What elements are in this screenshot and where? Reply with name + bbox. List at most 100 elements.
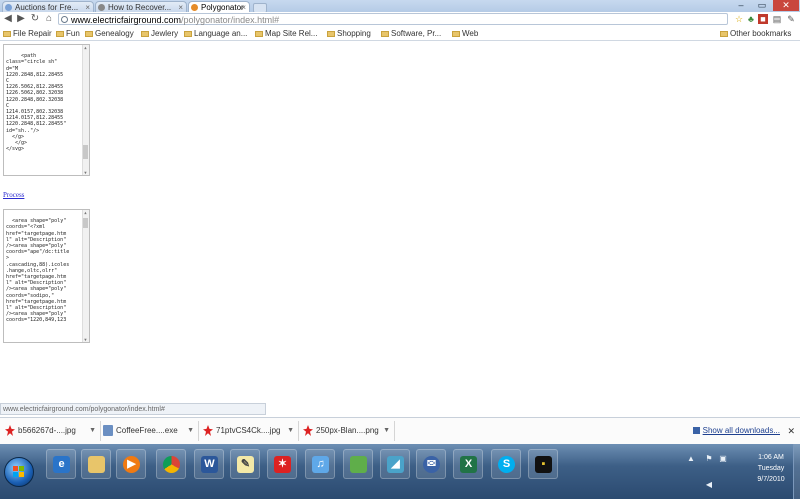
close-icon[interactable]: ×	[241, 2, 246, 12]
start-button[interactable]	[4, 457, 34, 487]
show-desktop-button[interactable]	[793, 444, 800, 499]
download-item[interactable]: b566267d-....jpg ▼	[2, 421, 101, 441]
scroll-up-icon[interactable]: ▲	[83, 45, 88, 50]
chevron-down-icon[interactable]: ▼	[287, 421, 294, 441]
bookmark-label: Genealogy	[95, 29, 134, 38]
close-icon[interactable]: ×	[85, 2, 90, 12]
landscape-icon	[350, 456, 367, 473]
taskbar-media-player[interactable]: ▶	[116, 449, 146, 479]
bookmark-language[interactable]: Language an...	[184, 28, 247, 40]
bookmark-fun[interactable]: Fun	[56, 28, 80, 40]
textarea-scrollbar[interactable]: ▲ ▼	[82, 210, 89, 342]
taskbar-image-app[interactable]	[343, 449, 373, 479]
download-item[interactable]: 250px-Blan....png ▼	[300, 421, 395, 441]
status-url: www.electricfairground.com/polygonator/i…	[3, 406, 165, 413]
bookmark-label: Map Site Rel...	[265, 29, 318, 38]
minimize-button[interactable]: –	[731, 0, 751, 11]
taskbar-paint[interactable]: ◢	[380, 449, 410, 479]
page-menu-icon[interactable]: ▤	[772, 14, 782, 24]
download-item[interactable]: CoffeeFree....exe ▼	[100, 421, 199, 441]
notepad-icon: ✎	[237, 456, 254, 473]
reload-icon[interactable]: ↻	[29, 13, 41, 25]
system-clock[interactable]: 1:06 AM Tuesday 9/7/2010	[748, 452, 794, 485]
word-icon: W	[201, 456, 218, 473]
scrollbar-thumb[interactable]	[83, 145, 88, 159]
taskbar-chrome[interactable]	[156, 449, 186, 479]
status-bar: www.electricfairground.com/polygonator/i…	[0, 403, 266, 415]
bookmark-label: Shopping	[337, 29, 371, 38]
tab-polygonator[interactable]: Polygonator ×	[188, 1, 250, 12]
taskbar-itunes[interactable]: ♫	[305, 449, 335, 479]
maximize-button[interactable]: ▭	[752, 0, 772, 11]
chevron-down-icon[interactable]: ▼	[89, 421, 96, 441]
bookmark-shopping[interactable]: Shopping	[327, 28, 371, 40]
folder-icon	[720, 31, 728, 37]
tab-how-to-recover[interactable]: How to Recover... ×	[95, 1, 187, 12]
terminal-icon: ▪	[535, 456, 552, 473]
home-icon[interactable]: ⌂	[43, 13, 55, 25]
bookmark-jewlery[interactable]: Jewlery	[141, 28, 178, 40]
bookmark-map-site[interactable]: Map Site Rel...	[255, 28, 317, 40]
tray-chevron-icon[interactable]: ▲	[686, 454, 696, 464]
taskbar-ie[interactable]: e	[46, 449, 76, 479]
windows-logo-icon	[13, 466, 25, 478]
bookmark-software[interactable]: Software, Pr...	[381, 28, 441, 40]
tab-auctions[interactable]: Auctions for Fre... ×	[2, 1, 94, 12]
close-icon[interactable]: ✕	[787, 426, 795, 437]
taskbar-red-app[interactable]: ✶	[267, 449, 297, 479]
bookmark-web[interactable]: Web	[452, 28, 478, 40]
output-textarea[interactable]: <area shape="poly" coords="<?xml href="t…	[3, 209, 90, 343]
taskbar-notepad[interactable]: ✎	[230, 449, 260, 479]
clock-date: 9/7/2010	[757, 476, 785, 483]
mail-icon: ✉	[423, 456, 440, 473]
wrench-icon[interactable]: ✎	[786, 14, 796, 24]
star-icon[interactable]: ☆	[734, 14, 744, 24]
show-all-downloads-link[interactable]: Show all downloads...	[692, 426, 780, 435]
scroll-down-icon[interactable]: ▼	[83, 337, 88, 342]
bookmark-genealogy[interactable]: Genealogy	[85, 28, 134, 40]
exe-file-icon	[103, 425, 113, 436]
svg-input-textarea[interactable]: <path class="circle sh" d="M 1220.2848,8…	[3, 44, 90, 176]
folder-icon	[56, 31, 64, 37]
download-filename: 250px-Blan....png	[316, 426, 379, 435]
taskbar-skype[interactable]: S	[491, 449, 521, 479]
download-item[interactable]: 71ptvCS4Ck....jpg ▼	[200, 421, 299, 441]
chevron-down-icon[interactable]: ▼	[187, 421, 194, 441]
network-icon[interactable]: ▣	[718, 454, 728, 464]
taskbar-word[interactable]: W	[194, 449, 224, 479]
download-filename: CoffeeFree....exe	[116, 426, 178, 435]
extension-icon[interactable]: ♣	[746, 14, 756, 24]
folder-icon	[141, 31, 149, 37]
address-bar[interactable]: www.electricfairground.com/polygonator/i…	[58, 13, 728, 25]
volume-icon[interactable]: ◀	[704, 480, 714, 490]
scroll-down-icon[interactable]: ▼	[83, 170, 88, 175]
close-icon[interactable]: ×	[178, 2, 183, 12]
paint-icon: ◢	[387, 456, 404, 473]
window-close-button[interactable]: ✕	[773, 0, 799, 11]
tab-label: How to Recover...	[108, 3, 172, 12]
taskbar-mail[interactable]: ✉	[416, 449, 446, 479]
folder-icon	[452, 31, 460, 37]
extension-red-icon[interactable]: ■	[758, 14, 768, 24]
favicon-icon	[5, 4, 12, 11]
other-bookmarks[interactable]: Other bookmarks	[720, 28, 791, 40]
forward-arrow-icon[interactable]: ▶	[15, 13, 27, 25]
scrollbar-thumb[interactable]	[83, 218, 88, 228]
chevron-down-icon[interactable]: ▼	[383, 421, 390, 441]
folder-icon	[3, 31, 11, 37]
favicon-icon	[191, 4, 198, 11]
taskbar-explorer[interactable]	[81, 449, 111, 479]
taskbar-excel[interactable]: X	[453, 449, 483, 479]
back-arrow-icon[interactable]: ◀	[2, 13, 14, 25]
downloads-shelf: b566267d-....jpg ▼ CoffeeFree....exe ▼ 7…	[0, 417, 800, 445]
textarea-scrollbar[interactable]: ▲ ▼	[82, 45, 89, 175]
url-path: /polygonator/index.html#	[181, 15, 280, 25]
bookmark-file-repair[interactable]: File Repair	[3, 28, 52, 40]
tab-label: Polygonator	[201, 3, 244, 12]
scroll-up-icon[interactable]: ▲	[83, 210, 88, 215]
flag-icon[interactable]: ⚑	[704, 454, 714, 464]
red-splat-icon: ✶	[274, 456, 291, 473]
process-link[interactable]: Process	[3, 191, 24, 199]
taskbar-terminal[interactable]: ▪	[528, 449, 558, 479]
media-player-icon: ▶	[123, 456, 140, 473]
